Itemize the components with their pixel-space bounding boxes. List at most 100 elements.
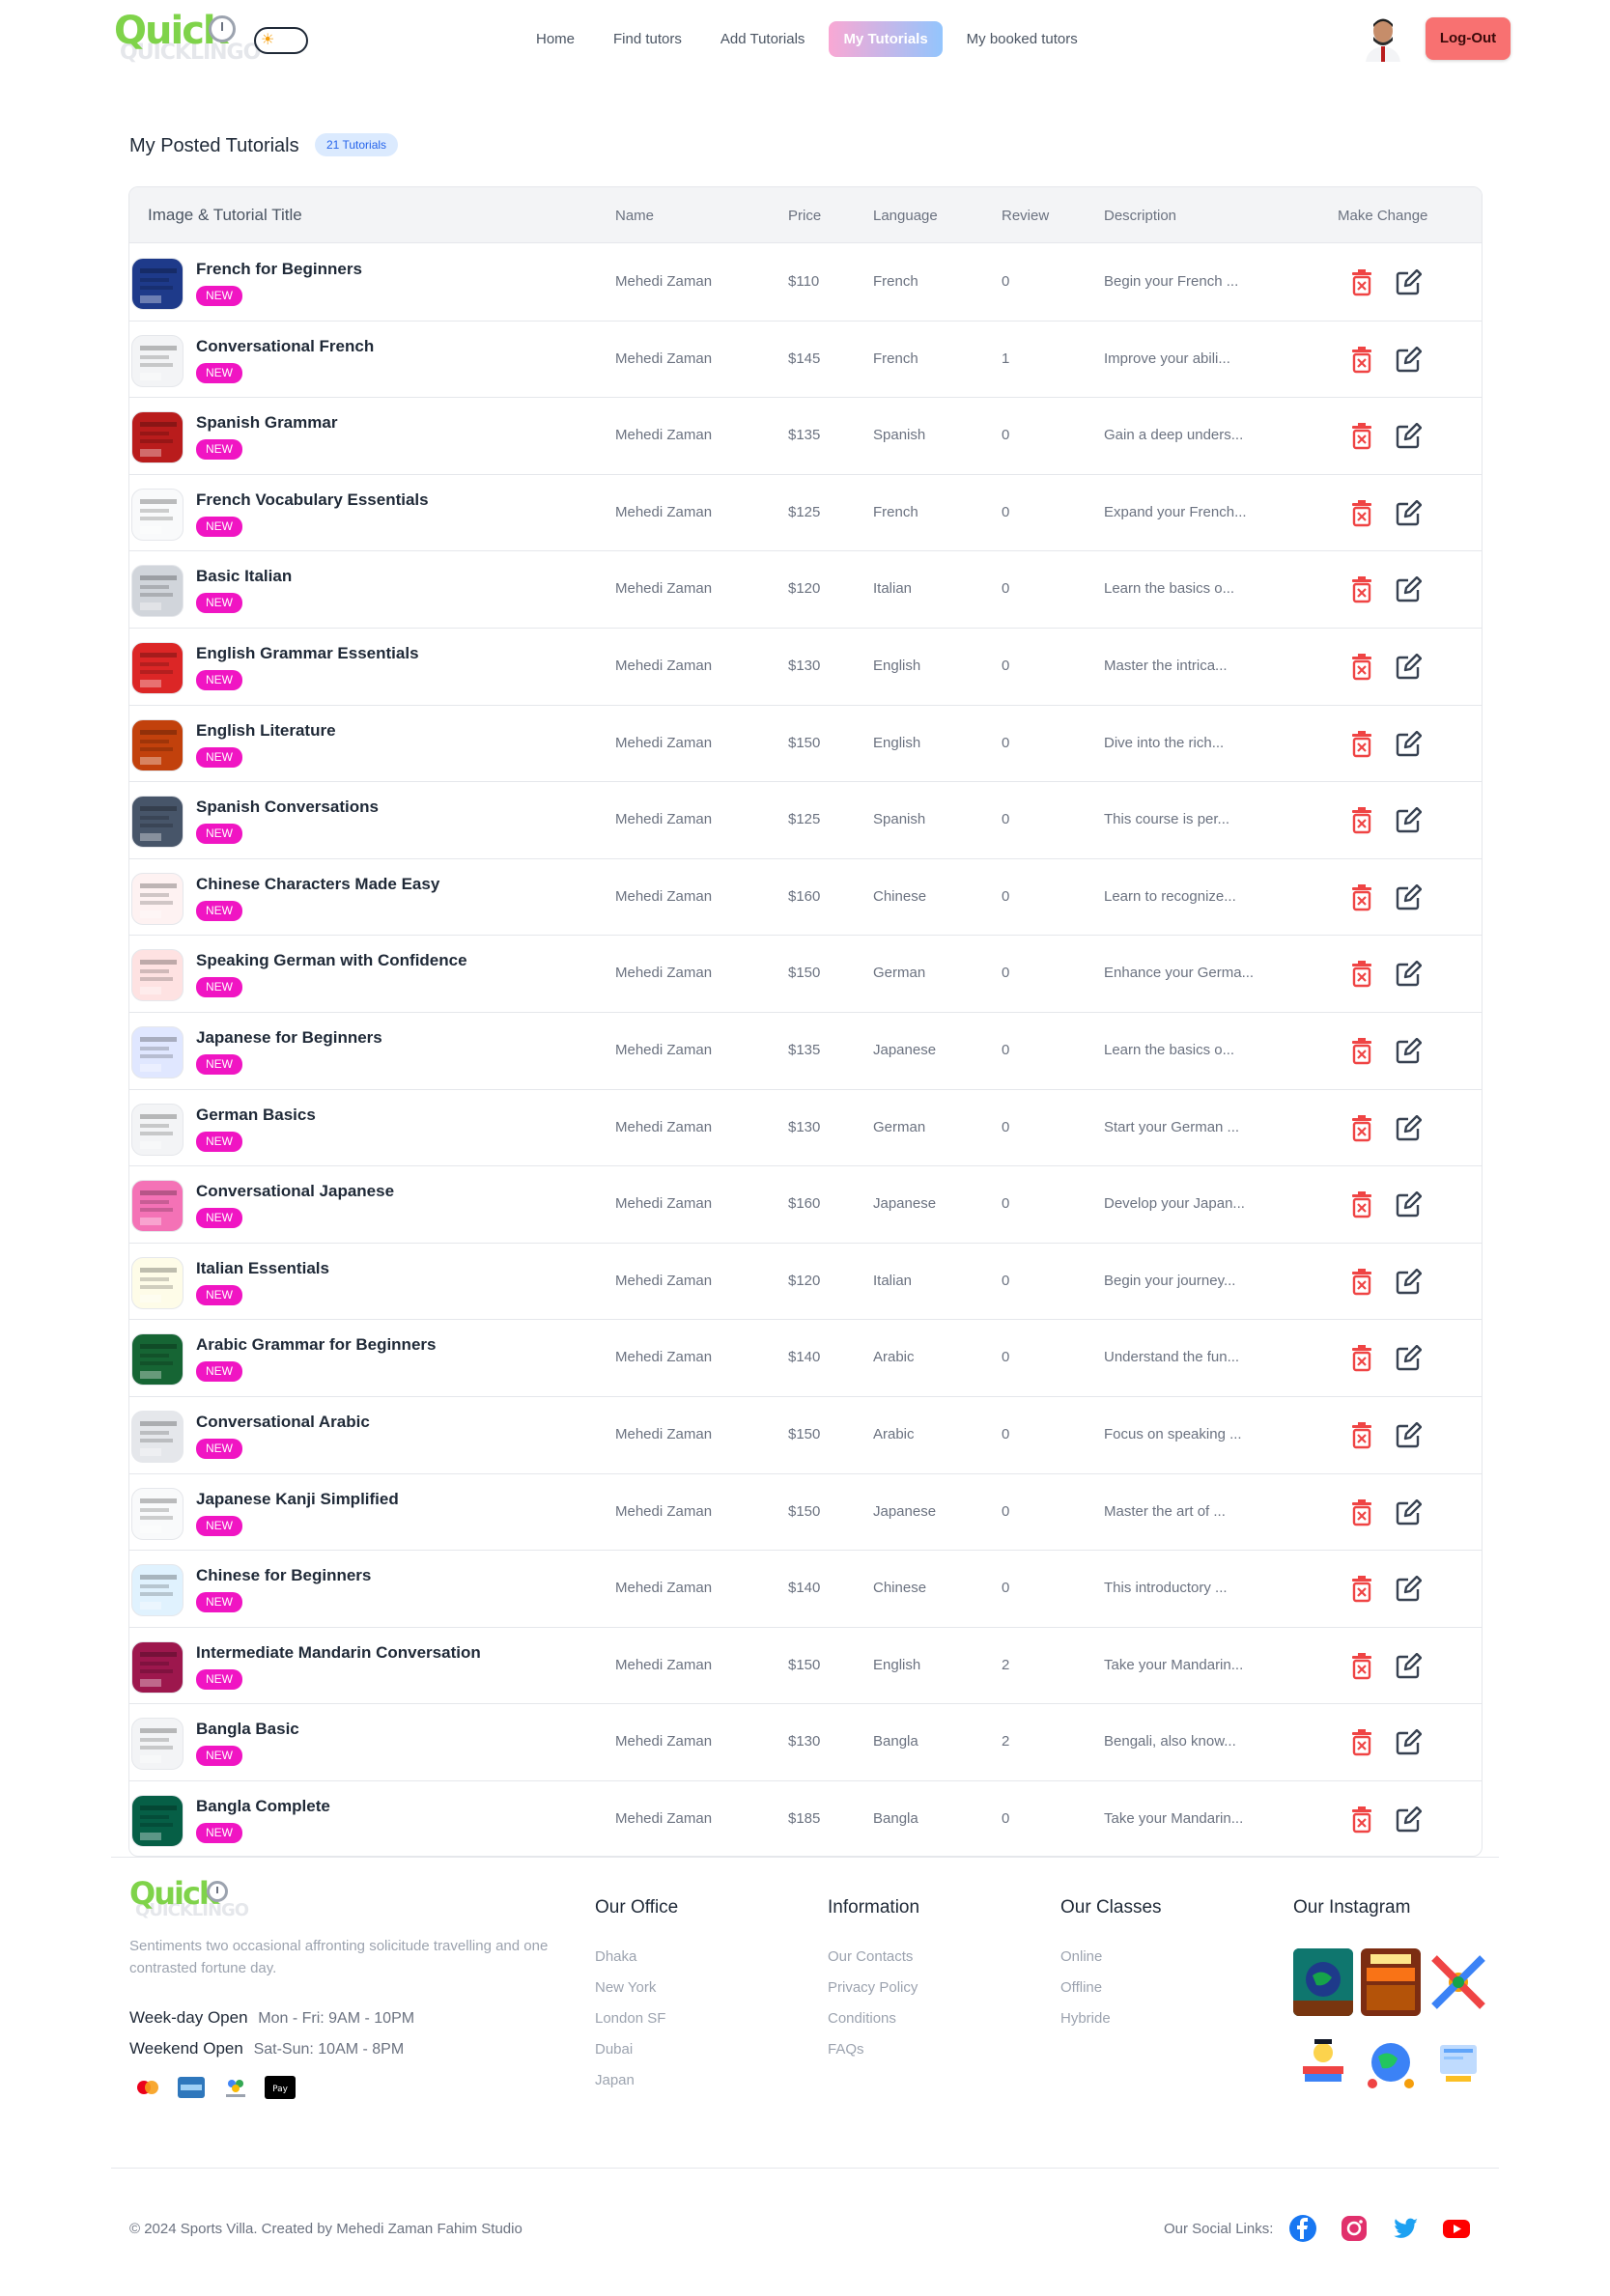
tutorial-language: Japanese — [873, 1502, 937, 1520]
edit-icon[interactable] — [1395, 1652, 1422, 1680]
tutorial-thumbnail — [131, 1640, 184, 1694]
tutorial-price: $120 — [788, 580, 821, 598]
edit-icon[interactable] — [1395, 1729, 1422, 1756]
copyright-text: © 2024 Sports Villa. Created by Mehedi Z… — [129, 2221, 523, 2237]
edit-icon[interactable] — [1395, 1806, 1422, 1834]
delete-icon[interactable] — [1349, 499, 1374, 527]
footer-link[interactable]: New York — [595, 1979, 656, 1996]
logo[interactable]: QUICKLINGO Quick — [114, 8, 261, 66]
delete-icon[interactable] — [1349, 1268, 1374, 1296]
edit-icon[interactable] — [1395, 269, 1422, 296]
tutorial-thumbnail — [131, 1411, 184, 1463]
instagram-image[interactable] — [1428, 1948, 1488, 2016]
delete-icon[interactable] — [1349, 269, 1374, 296]
tutorial-review: 0 — [1002, 658, 1010, 674]
instagram-image[interactable] — [1293, 2028, 1353, 2095]
twitter-icon[interactable] — [1390, 2213, 1421, 2244]
delete-icon[interactable] — [1349, 1729, 1374, 1756]
delete-icon[interactable] — [1349, 961, 1374, 988]
edit-icon[interactable] — [1395, 1191, 1422, 1218]
instagram-image[interactable] — [1361, 1948, 1421, 2016]
new-badge: NEW — [196, 746, 242, 768]
weekday-label: Week-day Open — [129, 2008, 248, 2027]
footer-link[interactable]: London SF — [595, 2010, 665, 2027]
delete-icon[interactable] — [1349, 1038, 1374, 1065]
logout-button[interactable]: Log-Out — [1426, 17, 1511, 60]
tutorial-thumbnail — [131, 565, 184, 618]
edit-icon[interactable] — [1395, 730, 1422, 758]
edit-icon[interactable] — [1395, 654, 1422, 681]
tutorial-review: 0 — [1002, 1118, 1010, 1135]
instagram-image[interactable] — [1428, 2028, 1488, 2095]
footer-link[interactable]: Japan — [595, 2072, 635, 2088]
edit-icon[interactable] — [1395, 1268, 1422, 1296]
avatar[interactable] — [1362, 15, 1404, 62]
table-row: French for Beginners NEW Mehedi Zaman $110 F… — [129, 244, 1482, 322]
tutor-name: Mehedi Zaman — [615, 1426, 713, 1442]
footer-link[interactable]: Online — [1060, 1948, 1102, 1965]
edit-icon[interactable] — [1395, 499, 1422, 527]
edit-icon[interactable] — [1395, 1038, 1422, 1065]
tutorial-title: Arabic Grammar for Beginners — [196, 1335, 437, 1355]
theme-toggle[interactable]: ☀ — [254, 27, 308, 54]
nav-my-tutorials[interactable]: My Tutorials — [829, 20, 943, 57]
delete-icon[interactable] — [1349, 1576, 1374, 1603]
edit-icon[interactable] — [1395, 1345, 1422, 1372]
delete-icon[interactable] — [1349, 883, 1374, 911]
footer-link[interactable]: Our Contacts — [828, 1948, 913, 1965]
youtube-icon[interactable] — [1441, 2213, 1472, 2244]
new-badge: NEW — [196, 439, 242, 461]
nav-my-booked-tutors[interactable]: My booked tutors — [952, 21, 1092, 57]
nav-add-tutorials[interactable]: Add Tutorials — [706, 21, 820, 57]
delete-icon[interactable] — [1349, 1191, 1374, 1218]
instagram-image[interactable] — [1361, 2028, 1421, 2095]
tutorial-title: Italian Essentials — [196, 1258, 329, 1277]
instagram-icon[interactable] — [1339, 2213, 1370, 2244]
delete-icon[interactable] — [1349, 423, 1374, 450]
delete-icon[interactable] — [1349, 1498, 1374, 1526]
edit-icon[interactable] — [1395, 346, 1422, 374]
tutorial-description: Learn the basics o... — [1104, 1042, 1235, 1058]
edit-icon[interactable] — [1395, 807, 1422, 834]
delete-icon[interactable] — [1349, 807, 1374, 834]
edit-icon[interactable] — [1395, 423, 1422, 450]
footer-link[interactable]: FAQs — [828, 2041, 864, 2058]
instagram-image[interactable] — [1293, 1948, 1353, 2016]
header-price: Price — [788, 208, 822, 224]
delete-icon[interactable] — [1349, 576, 1374, 603]
tutor-name: Mehedi Zaman — [615, 1656, 713, 1673]
edit-icon[interactable] — [1395, 1576, 1422, 1603]
tutorial-description: Enhance your Germa... — [1104, 965, 1255, 982]
nav-home[interactable]: Home — [522, 21, 589, 57]
footer-link[interactable]: Offline — [1060, 1979, 1102, 1996]
footer-link[interactable]: Dubai — [595, 2041, 633, 2058]
delete-icon[interactable] — [1349, 1345, 1374, 1372]
tutorial-review: 0 — [1002, 887, 1010, 905]
delete-icon[interactable] — [1349, 346, 1374, 374]
delete-icon[interactable] — [1349, 730, 1374, 758]
edit-icon[interactable] — [1395, 1114, 1422, 1142]
delete-icon[interactable] — [1349, 1806, 1374, 1834]
footer-logo[interactable]: QUICKLINGO Quick — [129, 1875, 249, 1923]
edit-icon[interactable] — [1395, 576, 1422, 603]
footer-link[interactable]: Conditions — [828, 2010, 896, 2027]
edit-icon[interactable] — [1395, 1422, 1422, 1449]
footer-link[interactable]: Hybride — [1060, 2010, 1111, 2027]
delete-icon[interactable] — [1349, 1114, 1374, 1142]
nav-find-tutors[interactable]: Find tutors — [599, 21, 696, 57]
footer-link[interactable]: Dhaka — [595, 1948, 636, 1965]
tutorial-description: Bengali, also know... — [1104, 1733, 1236, 1750]
delete-icon[interactable] — [1349, 654, 1374, 681]
delete-icon[interactable] — [1349, 1422, 1374, 1449]
delete-icon[interactable] — [1349, 1652, 1374, 1680]
footer-divider-bottom — [111, 2168, 1499, 2169]
nav-links: Home Find tutors Add Tutorials My Tutori… — [522, 19, 1092, 58]
edit-icon[interactable] — [1395, 1498, 1422, 1526]
tutorial-thumbnail — [131, 718, 184, 771]
footer-link[interactable]: Privacy Policy — [828, 1979, 918, 1996]
tutorial-thumbnail — [131, 411, 184, 464]
tutorial-price: $135 — [788, 427, 821, 444]
facebook-icon[interactable] — [1287, 2213, 1318, 2244]
edit-icon[interactable] — [1395, 961, 1422, 988]
edit-icon[interactable] — [1395, 883, 1422, 911]
